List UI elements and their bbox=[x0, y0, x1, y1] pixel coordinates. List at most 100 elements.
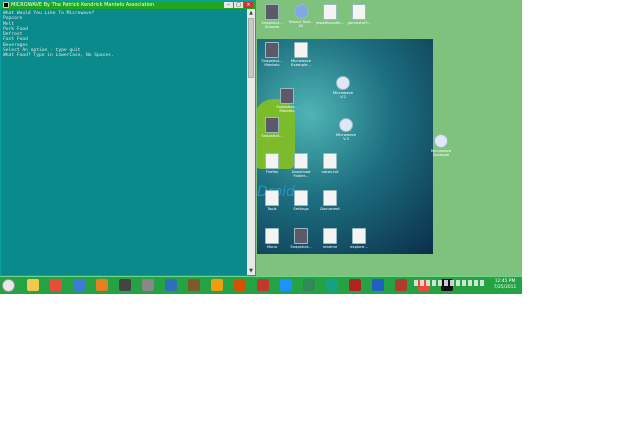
photo-icon bbox=[265, 4, 279, 20]
document-icon bbox=[265, 153, 279, 169]
tray-icon[interactable] bbox=[426, 280, 430, 286]
desktop-icon[interactable]: Microwave Example bbox=[427, 134, 455, 158]
tray-icon[interactable] bbox=[456, 280, 460, 286]
tray-icon[interactable] bbox=[432, 280, 436, 286]
tray-icon[interactable] bbox=[438, 280, 442, 286]
desktop-icon[interactable]: Yahoo! Tool... 02 bbox=[287, 4, 315, 29]
desktop-icon[interactable]: Snapshot... bbox=[258, 117, 286, 138]
document-icon bbox=[352, 4, 366, 20]
taskbar-app8-icon[interactable] bbox=[326, 279, 338, 291]
taskbar-explorer-icon[interactable] bbox=[27, 279, 39, 291]
desktop-icon-label: gamestuff... bbox=[347, 20, 371, 25]
console-output[interactable]: What Would You Like To Microwave? Popcor… bbox=[1, 9, 247, 275]
document-icon bbox=[265, 228, 279, 244]
photo-icon bbox=[294, 228, 308, 244]
search-icon bbox=[339, 118, 353, 132]
close-button[interactable]: × bbox=[244, 2, 253, 8]
desktop-icon[interactable]: Snapshot... Mantelo bbox=[273, 88, 301, 114]
desktop-icon[interactable]: Settings bbox=[287, 190, 315, 211]
desktop-icon[interactable]: Download Folder... bbox=[287, 153, 315, 179]
clock[interactable]: 12:45 PM 7/25/2011 bbox=[490, 279, 520, 291]
taskbar-office-icon[interactable] bbox=[303, 279, 315, 291]
document-icon bbox=[323, 153, 337, 169]
document-icon bbox=[294, 190, 308, 206]
tray-icon[interactable] bbox=[474, 280, 478, 286]
taskbar-app2-icon[interactable] bbox=[165, 279, 177, 291]
desktop-icon[interactable]: Firefox bbox=[258, 153, 286, 174]
desktop-icon[interactable]: notes.txt bbox=[316, 153, 344, 174]
taskbar-app5-icon[interactable] bbox=[234, 279, 246, 291]
desktop-icon[interactable]: gamestuff... bbox=[345, 4, 373, 25]
desktop-icon-label: Snapshot... Mantelo bbox=[261, 58, 283, 68]
desktop-icon-label: readme bbox=[322, 244, 338, 249]
scroll-down-icon[interactable]: ▼ bbox=[247, 267, 255, 275]
desktop-icon-label: Snapshot... Snazzia bbox=[261, 20, 283, 30]
desktop-icon[interactable]: jewelfounder... bbox=[316, 4, 344, 25]
console-line: What Food? Type in LowerCase, No Spaces. bbox=[3, 53, 114, 59]
tray-icon[interactable] bbox=[468, 280, 472, 286]
window-controls: – □ × bbox=[224, 2, 253, 8]
console-window[interactable]: MICROWAVE By The Patrick Kendrick Mantel… bbox=[0, 0, 256, 276]
clock-date: 7/25/2011 bbox=[493, 285, 517, 290]
desktop: MICROWAVE By The Patrick Kendrick Mantel… bbox=[0, 0, 522, 294]
tray-icon[interactable] bbox=[444, 280, 448, 286]
tray-icon[interactable] bbox=[480, 280, 484, 286]
taskbar-app7-icon[interactable] bbox=[280, 279, 292, 291]
system-tray[interactable] bbox=[414, 280, 484, 286]
maximize-button[interactable]: □ bbox=[234, 2, 243, 8]
photo-icon bbox=[265, 42, 279, 58]
desktop-icon-label: Snapshot... bbox=[261, 133, 283, 138]
document-icon bbox=[352, 228, 366, 244]
document-icon bbox=[265, 190, 279, 206]
taskbar-media-icon[interactable] bbox=[96, 279, 108, 291]
desktop-icon[interactable]: Microwave Example... bbox=[287, 42, 315, 68]
desktop-icon-label: Document bbox=[320, 206, 340, 211]
tray-icon[interactable] bbox=[420, 280, 424, 286]
tray-icon[interactable] bbox=[414, 280, 418, 286]
taskbar-app9-icon[interactable] bbox=[349, 279, 361, 291]
desktop-icon[interactable]: Mono bbox=[258, 228, 286, 249]
globe-icon bbox=[293, 4, 309, 19]
desktop-icon-label: Microwave V.3 bbox=[335, 132, 357, 142]
taskbar-ie-icon[interactable] bbox=[73, 279, 85, 291]
document-icon bbox=[323, 190, 337, 206]
desktop-icon-label: Mono bbox=[266, 244, 278, 249]
photo-icon bbox=[265, 117, 279, 133]
photo-icon bbox=[280, 88, 294, 104]
tray-icon[interactable] bbox=[462, 280, 466, 286]
console-scrollbar[interactable]: ▲ ▼ bbox=[247, 9, 255, 275]
document-icon bbox=[294, 153, 308, 169]
desktop-icon[interactable]: explore... bbox=[345, 228, 373, 249]
search-icon bbox=[434, 134, 448, 148]
desktop-icon-label: Tools bbox=[267, 206, 277, 211]
console-title-bar[interactable]: MICROWAVE By The Patrick Kendrick Mantel… bbox=[1, 1, 255, 9]
desktop-icon-label: Microwave V.2 bbox=[332, 90, 354, 100]
taskbar-app1-icon[interactable] bbox=[142, 279, 154, 291]
start-button[interactable] bbox=[2, 279, 15, 292]
desktop-icon-label: Snapshot... bbox=[290, 244, 312, 249]
taskbar-app6-icon[interactable] bbox=[257, 279, 269, 291]
desktop-icon[interactable]: Snapshot... Snazzia bbox=[258, 4, 286, 30]
taskbar-word-icon[interactable] bbox=[372, 279, 384, 291]
taskbar-app3-icon[interactable] bbox=[188, 279, 200, 291]
desktop-icon[interactable]: Snapshot... bbox=[287, 228, 315, 249]
desktop-icon[interactable]: Tools bbox=[258, 190, 286, 211]
desktop-icon-label: Yahoo! Tool... 02 bbox=[288, 19, 314, 29]
desktop-icon-label: Firefox bbox=[265, 169, 279, 174]
desktop-icon-label: Download Folder... bbox=[291, 169, 311, 179]
wallpaper-image: Droid bbox=[257, 39, 433, 254]
tray-icon[interactable] bbox=[450, 280, 454, 286]
desktop-icon[interactable]: Microwave V.2 bbox=[329, 76, 357, 100]
taskbar-task-icon[interactable] bbox=[119, 279, 131, 291]
taskbar-chrome-icon[interactable] bbox=[50, 279, 62, 291]
minimize-button[interactable]: – bbox=[224, 2, 233, 8]
desktop-icon[interactable]: Snapshot... Mantelo bbox=[258, 42, 286, 68]
desktop-icon[interactable]: Document bbox=[316, 190, 344, 211]
taskbar-app4-icon[interactable] bbox=[211, 279, 223, 291]
document-icon bbox=[323, 228, 337, 244]
desktop-icon[interactable]: Microwave V.3 bbox=[332, 118, 360, 142]
taskbar-app10-icon[interactable] bbox=[395, 279, 407, 291]
scroll-up-icon[interactable]: ▲ bbox=[247, 9, 255, 17]
desktop-icon[interactable]: readme bbox=[316, 228, 344, 249]
scroll-thumb[interactable] bbox=[248, 18, 254, 78]
